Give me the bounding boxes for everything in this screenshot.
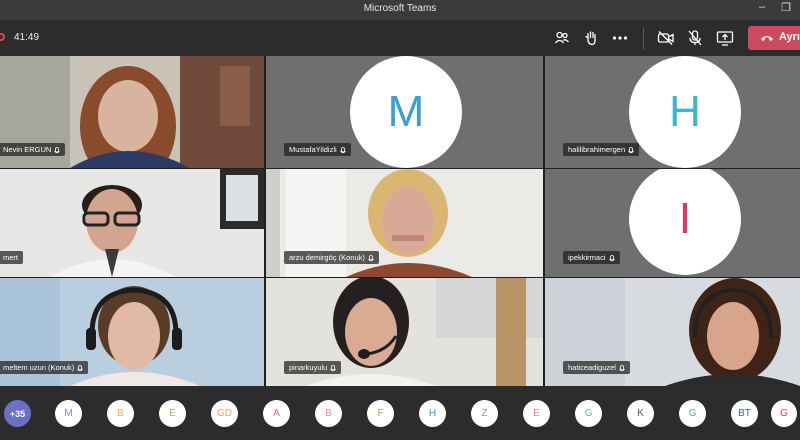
toolbar-divider bbox=[643, 28, 644, 50]
participant-name: MustafaYildizli bbox=[289, 145, 337, 154]
roster-avatar[interactable]: H bbox=[419, 400, 446, 427]
roster-avatar[interactable]: B bbox=[107, 400, 134, 427]
more-participants-button[interactable]: +35 bbox=[4, 400, 31, 427]
participant-name: ipekkirmaci bbox=[568, 253, 606, 262]
restore-icon[interactable]: ❐ bbox=[778, 1, 794, 14]
participant-name: halilibrahimergen bbox=[568, 145, 626, 154]
mic-icon bbox=[54, 146, 61, 154]
hang-up-icon bbox=[761, 36, 773, 41]
mic-icon bbox=[608, 254, 615, 262]
mic-icon bbox=[628, 146, 634, 154]
participant-name: Nevin ERGUN bbox=[3, 145, 52, 154]
participant-name-tag: halilibrahimergen bbox=[563, 143, 640, 156]
participant-avatar: I bbox=[629, 169, 741, 275]
participant-name: mert bbox=[3, 253, 18, 262]
roster-avatar[interactable]: G bbox=[575, 400, 602, 427]
roster-avatar[interactable]: GD bbox=[211, 400, 238, 427]
participant-tile[interactable]: arzu demirgöç (Konuk) bbox=[266, 169, 543, 277]
participant-tile[interactable]: mert bbox=[0, 169, 264, 277]
window-title: Microsoft Teams bbox=[363, 3, 437, 14]
participant-name-tag: Nevin ERGUN bbox=[0, 143, 66, 156]
participant-tile[interactable]: Nevin ERGUN bbox=[0, 56, 264, 168]
participants-icon[interactable] bbox=[553, 29, 571, 47]
mic-icon bbox=[330, 364, 337, 372]
participant-avatar: M bbox=[350, 56, 462, 168]
video-grid: Nevin ERGUN M MustafaYildizli H halilibr… bbox=[0, 56, 800, 386]
minimize-icon[interactable]: – bbox=[754, 1, 770, 13]
participant-name-tag: pinarkuyulu bbox=[284, 361, 342, 374]
roster-avatar[interactable]: E bbox=[159, 400, 186, 427]
participant-name: haticeadiguzel bbox=[568, 363, 616, 372]
roster-avatar[interactable]: BT bbox=[731, 400, 758, 427]
camera-off-icon[interactable] bbox=[657, 29, 675, 47]
roster-avatar[interactable]: F bbox=[367, 400, 394, 427]
mic-off-icon[interactable] bbox=[686, 29, 704, 47]
more-options-icon[interactable] bbox=[611, 29, 629, 47]
window-title-bar: Microsoft Teams – ❐ bbox=[0, 0, 800, 20]
participant-avatar: H bbox=[629, 56, 741, 168]
mic-icon bbox=[619, 364, 625, 372]
meeting-toolbar: 41:49 Ayrıl bbox=[0, 20, 800, 56]
raise-hand-icon[interactable] bbox=[582, 29, 600, 47]
roster-avatar[interactable]: A bbox=[263, 400, 290, 427]
participant-tile[interactable]: M MustafaYildizli bbox=[266, 56, 543, 168]
roster-avatar[interactable]: M bbox=[55, 400, 82, 427]
roster-avatar[interactable]: B bbox=[315, 400, 342, 427]
roster-avatar[interactable]: Z bbox=[471, 400, 498, 427]
recording-indicator-icon bbox=[0, 33, 5, 41]
participant-name: arzu demirgöç (Konuk) bbox=[289, 253, 365, 262]
roster-avatar[interactable]: E bbox=[523, 400, 550, 427]
mic-icon bbox=[77, 364, 84, 372]
mic-icon bbox=[368, 254, 374, 262]
avatar-initial: M bbox=[387, 87, 425, 136]
leave-button-label: Ayrıl bbox=[779, 31, 800, 43]
mic-icon bbox=[339, 146, 346, 154]
participant-tile[interactable]: I ipekkirmaci bbox=[545, 169, 800, 277]
participant-tile[interactable]: haticeadiguzel bbox=[545, 278, 800, 386]
participant-name: pinarkuyulu bbox=[289, 363, 328, 372]
participant-roster: +35 M B E GD A B F H Z E G K G BT G bbox=[0, 386, 800, 440]
participant-video bbox=[50, 169, 264, 277]
meeting-timer: 41:49 bbox=[14, 32, 40, 43]
avatar-initial: I bbox=[678, 194, 692, 243]
participant-tile[interactable]: meltem uzun (Konuk) bbox=[0, 278, 264, 386]
avatar-initial: H bbox=[669, 87, 701, 136]
roster-avatar[interactable]: G bbox=[679, 400, 706, 427]
participant-name-tag: MustafaYildizli bbox=[284, 143, 351, 156]
leave-button[interactable]: Ayrıl bbox=[748, 26, 800, 50]
participant-name-tag: ipekkirmaci bbox=[563, 251, 620, 264]
participant-name-tag: arzu demirgöç (Konuk) bbox=[284, 251, 379, 264]
participant-name-tag: meltem uzun (Konuk) bbox=[0, 361, 89, 374]
participant-tile[interactable]: H halilibrahimergen bbox=[545, 56, 800, 168]
roster-avatar[interactable]: K bbox=[627, 400, 654, 427]
participant-name-tag: haticeadiguzel bbox=[563, 361, 630, 374]
participant-name-tag: mert bbox=[0, 251, 23, 264]
roster-avatar[interactable]: G bbox=[771, 400, 797, 427]
participant-tile[interactable]: pinarkuyulu bbox=[266, 278, 543, 386]
share-screen-icon[interactable] bbox=[716, 29, 734, 47]
participant-name: meltem uzun (Konuk) bbox=[3, 363, 75, 372]
